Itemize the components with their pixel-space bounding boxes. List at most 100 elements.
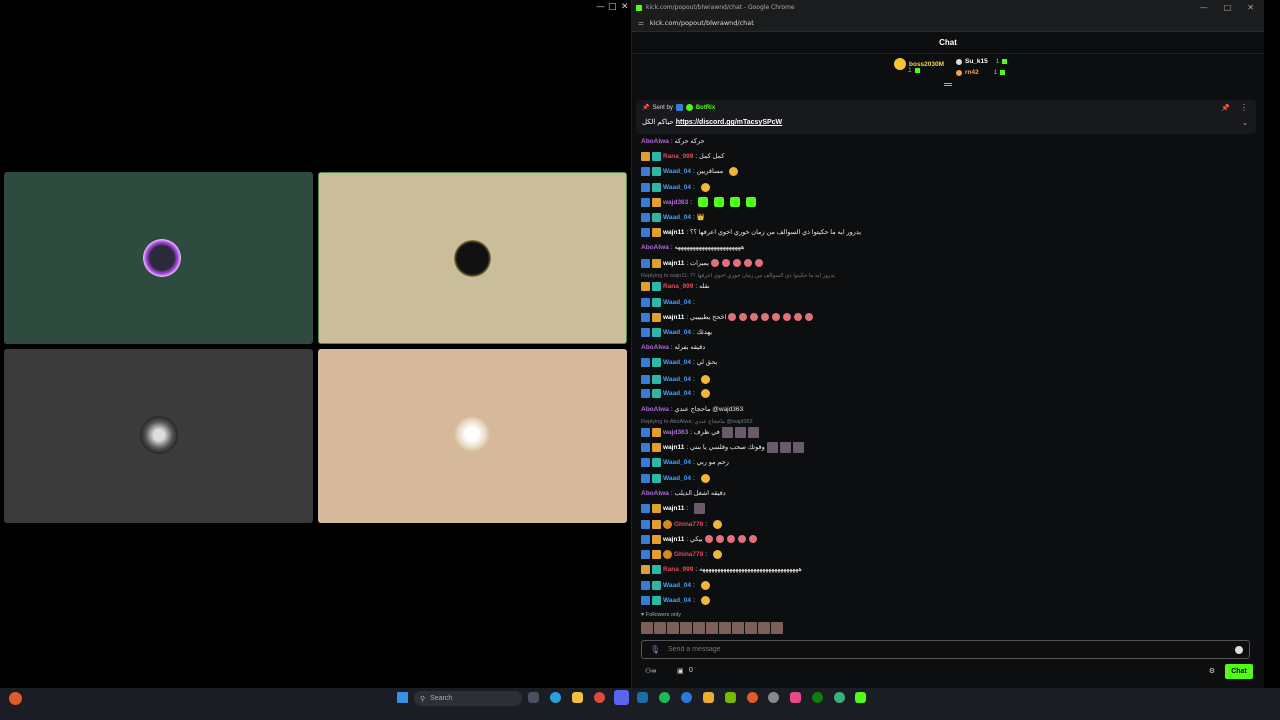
chat-message[interactable]: Waad_04: xyxy=(641,595,710,605)
chat-message[interactable]: wajn11: يميرات xyxy=(641,258,764,268)
chat-username[interactable]: Waad_04 xyxy=(663,597,691,604)
emote[interactable] xyxy=(772,313,781,321)
chat-username[interactable]: AboAlwa xyxy=(641,244,669,251)
chat-username[interactable]: wajn11 xyxy=(663,536,684,543)
emote[interactable] xyxy=(654,622,666,634)
chat-message[interactable]: Waad_04: xyxy=(641,473,710,483)
xbox-icon[interactable] xyxy=(812,692,823,703)
kick-icon[interactable] xyxy=(855,692,866,703)
chat-username[interactable]: Ghina778 xyxy=(674,521,703,528)
discord-icon[interactable] xyxy=(614,690,629,705)
send-chat-button[interactable]: Chat xyxy=(1225,664,1253,679)
windows-start-icon[interactable] xyxy=(397,692,408,703)
chat-message[interactable]: Waad_04: مسافريين xyxy=(641,166,739,176)
chat-message[interactable]: wajd363: xyxy=(641,197,757,207)
chat-username[interactable]: Waad_04 xyxy=(663,329,691,336)
chat-username[interactable]: Waad_04 xyxy=(663,390,691,397)
settings-gear-icon[interactable]: ⚙ xyxy=(1209,667,1215,675)
chat-message[interactable]: Ghina778: xyxy=(641,519,723,529)
chat-username[interactable]: AboAlwa xyxy=(641,138,669,145)
emote[interactable] xyxy=(729,166,739,176)
chevron-down-icon[interactable]: ⌄ xyxy=(1242,119,1248,127)
emote[interactable] xyxy=(700,595,710,605)
obs-icon[interactable] xyxy=(768,692,779,703)
emote[interactable] xyxy=(744,259,752,267)
chat-username[interactable]: wajn11 xyxy=(663,505,684,512)
emote[interactable] xyxy=(779,441,791,453)
chat-username[interactable]: Waad_04 xyxy=(663,376,691,383)
emote[interactable] xyxy=(719,622,731,634)
emote[interactable] xyxy=(794,313,803,321)
emote[interactable] xyxy=(728,313,737,321)
emote[interactable] xyxy=(698,197,709,207)
taskbar-search[interactable]: ⚲ Search xyxy=(414,691,522,706)
chat-username[interactable]: Waad_04 xyxy=(663,184,691,191)
gifter-3[interactable]: rn42 1 xyxy=(956,69,1006,76)
emote[interactable] xyxy=(714,197,725,207)
chat-message[interactable]: Rana_999: نقله xyxy=(641,281,710,291)
points-icon[interactable]: ⚇∞ xyxy=(645,667,656,675)
site-info-icon[interactable]: ⚌ xyxy=(638,19,644,27)
chat-username[interactable]: Ghina778 xyxy=(674,551,703,558)
task-view-icon[interactable] xyxy=(528,692,539,703)
emote[interactable] xyxy=(771,622,783,634)
emote[interactable] xyxy=(706,622,718,634)
emote[interactable] xyxy=(747,426,759,438)
participant-tile-2[interactable] xyxy=(318,172,627,344)
emote[interactable] xyxy=(700,580,710,590)
emote[interactable] xyxy=(722,259,730,267)
chat-username[interactable]: wajn11 xyxy=(663,314,684,321)
emote[interactable] xyxy=(792,441,804,453)
emote[interactable] xyxy=(694,502,706,514)
chat-message[interactable]: Waad_04: يحق لي xyxy=(641,357,717,367)
reply-context[interactable]: Replying to AboAlwa: ماحجاج عندي @wajd36… xyxy=(641,419,753,425)
chat-username[interactable]: Waad_04 xyxy=(663,299,691,306)
minimize-button[interactable]: — xyxy=(1200,3,1208,12)
emote[interactable] xyxy=(726,535,735,543)
chat-message[interactable]: AboAlwa: حركه حركه xyxy=(641,136,705,146)
chat-message[interactable]: Waad_04: رحم مو ربي xyxy=(641,457,729,467)
chat-username[interactable]: Waad_04 xyxy=(663,214,691,221)
edge-icon[interactable] xyxy=(550,692,561,703)
app-icon[interactable] xyxy=(703,692,714,703)
app-icon[interactable] xyxy=(834,692,845,703)
message-input[interactable] xyxy=(668,646,1188,653)
emote[interactable] xyxy=(711,259,719,267)
chat-message[interactable]: Waad_04: xyxy=(641,374,710,384)
gifter-2[interactable]: Su_k15 1 xyxy=(956,58,1008,65)
emote[interactable] xyxy=(700,182,710,192)
emote[interactable] xyxy=(737,535,746,543)
close-button[interactable]: ✕ xyxy=(1247,3,1254,12)
chat-message[interactable]: Rana_999: كمل كمل xyxy=(641,151,724,161)
chat-username[interactable]: wajn11 xyxy=(663,260,684,267)
participant-tile-1[interactable] xyxy=(4,172,313,344)
chat-input[interactable]: 🎙 xyxy=(641,640,1250,659)
emote[interactable] xyxy=(745,622,757,634)
chat-message[interactable]: wajn11: xyxy=(641,502,706,514)
chrome-icon[interactable] xyxy=(594,692,605,703)
chat-username[interactable]: Waad_04 xyxy=(663,359,691,366)
chat-message[interactable]: wajn11: وقوتك صحب وفلسي يا بنتي xyxy=(641,441,804,453)
chat-username[interactable]: Rana_999 xyxy=(663,566,693,573)
expand-handle-icon[interactable] xyxy=(944,83,952,86)
chat-username[interactable]: AboAlwa xyxy=(641,344,669,351)
reply-context[interactable]: Replying to wajn11: يدرور ايه ما حكيتوا … xyxy=(641,273,835,279)
emoji-picker-icon[interactable] xyxy=(1235,645,1243,654)
chat-username[interactable]: wajn11 xyxy=(663,444,684,451)
chat-message[interactable]: wajn11: اخحح يطيييبي xyxy=(641,312,814,322)
emote[interactable] xyxy=(700,374,710,384)
minimize-button[interactable]: — xyxy=(596,2,605,12)
emote[interactable] xyxy=(713,519,723,529)
app-icon[interactable] xyxy=(681,692,692,703)
microphone-icon[interactable]: 🎙 xyxy=(650,645,662,654)
pinned-message[interactable]: 📌 Sent by BotRix حياكم الكل https://disc… xyxy=(636,100,1256,134)
chat-message[interactable]: wajn11: يدرور ايه ما حكيتوا ذي السوالف م… xyxy=(641,227,861,237)
chat-username[interactable]: Rana_999 xyxy=(663,153,693,160)
spotify-icon[interactable] xyxy=(659,692,670,703)
file-explorer-icon[interactable] xyxy=(572,692,583,703)
chat-username[interactable]: wajn11 xyxy=(663,229,684,236)
chat-username[interactable]: Waad_04 xyxy=(663,168,691,175)
chat-username[interactable]: wajd363 xyxy=(663,429,688,436)
chat-message[interactable]: AboAlwa: ماحجاج عندي @wajd363 xyxy=(641,404,743,414)
emote[interactable] xyxy=(721,426,733,438)
